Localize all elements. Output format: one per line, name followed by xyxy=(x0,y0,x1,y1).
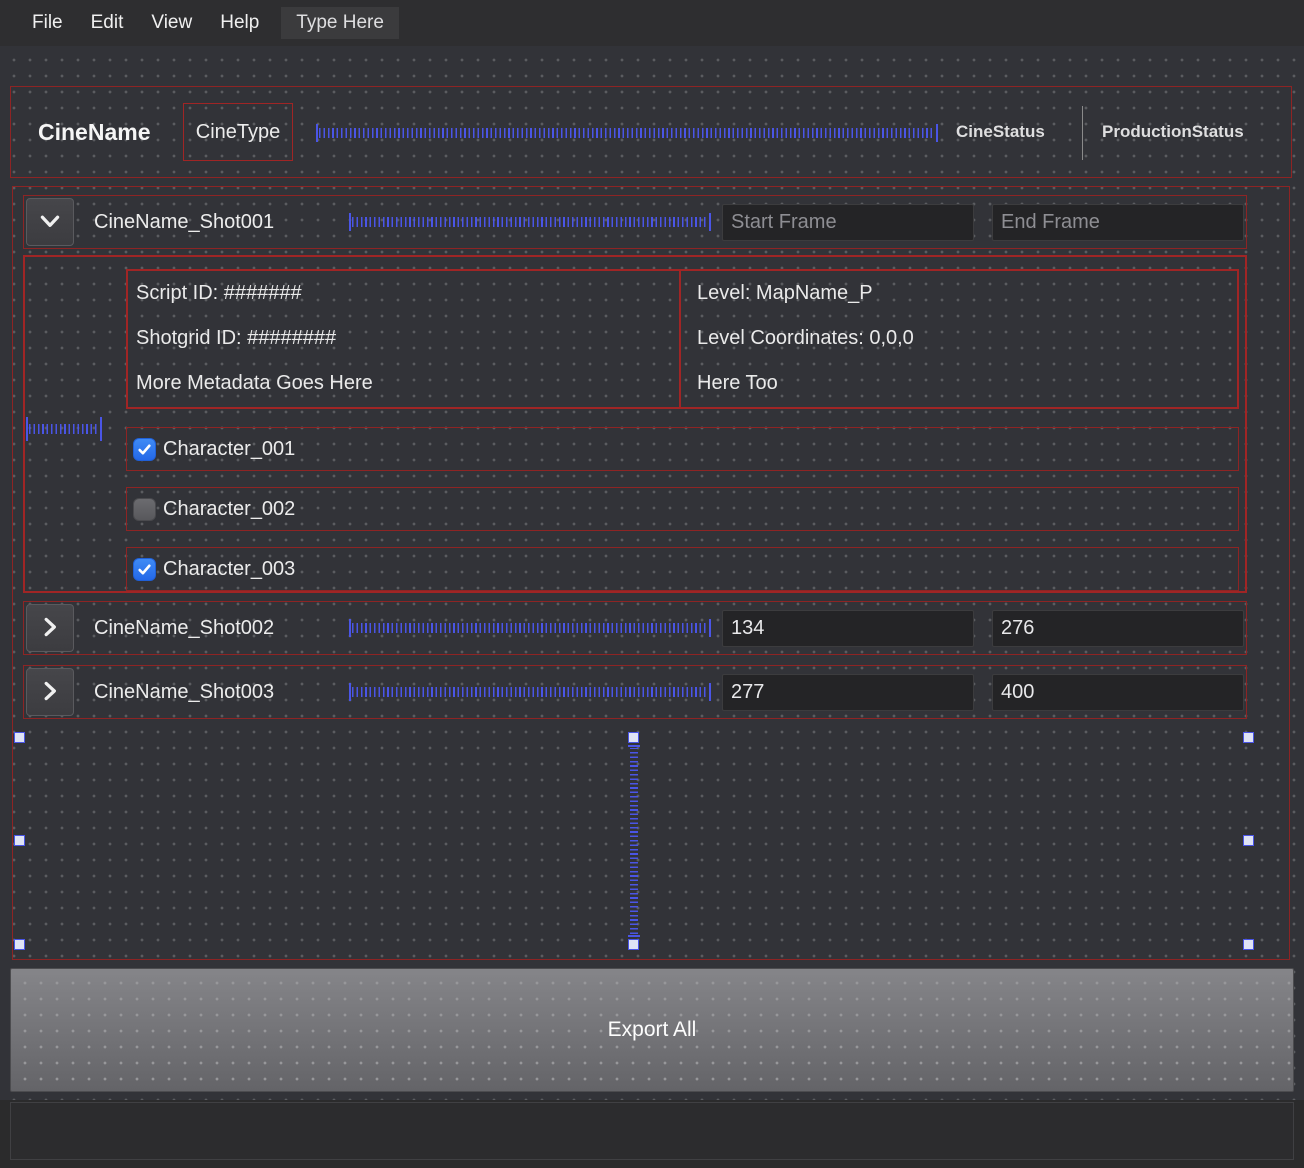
shot-row-001: CineName_Shot001 xyxy=(23,195,1247,249)
metadata-left-column: Script ID: ####### Shotgrid ID: ########… xyxy=(128,271,679,407)
selection-handle-top-center[interactable] xyxy=(628,732,639,743)
metadata-box: Script ID: ####### Shotgrid ID: ########… xyxy=(126,269,1239,409)
level-coordinates-label: Level Coordinates: 0,0,0 xyxy=(697,327,914,349)
shot002-start-frame-input[interactable] xyxy=(722,610,974,647)
cine-status-label: CineStatus xyxy=(956,122,1045,141)
horizontal-spacer xyxy=(316,124,938,142)
menu-bar: File Edit View Help Type Here xyxy=(0,0,1304,46)
selection-handle-bottom-right[interactable] xyxy=(1243,939,1254,950)
shot001-details-panel: Script ID: ####### Shotgrid ID: ########… xyxy=(23,255,1247,593)
chevron-right-icon xyxy=(37,614,63,643)
shot001-end-frame-input[interactable] xyxy=(992,204,1244,241)
here-too-label: Here Too xyxy=(697,372,778,394)
shots-container: CineName_Shot001 Script ID: ####### Shot… xyxy=(12,186,1290,960)
spacer-ticks xyxy=(630,748,638,934)
shot001-name-label: CineName_Shot001 xyxy=(94,210,275,233)
check-icon xyxy=(138,444,151,455)
shot002-name-label: CineName_Shot002 xyxy=(94,616,275,639)
more-metadata-label: More Metadata Goes Here xyxy=(136,372,373,394)
character-003-label: Character_003 xyxy=(163,557,296,580)
spacer-ticks xyxy=(352,687,708,697)
cine-name-label: CineName xyxy=(38,118,151,145)
chevron-right-icon xyxy=(37,678,63,707)
character-002-checkbox[interactable] xyxy=(133,498,156,521)
cine-type-label: CineType xyxy=(195,120,281,143)
production-status-label: ProductionStatus xyxy=(1102,122,1244,141)
selected-widget-area xyxy=(14,732,1254,950)
selection-handle-top-right[interactable] xyxy=(1243,732,1254,743)
script-id-label: Script ID: ####### xyxy=(136,282,302,304)
spacer-ticks xyxy=(29,424,99,434)
character-001-checkbox[interactable] xyxy=(133,438,156,461)
metadata-right-column: Level: MapName_P Level Coordinates: 0,0,… xyxy=(681,271,1237,407)
selection-handle-top-left[interactable] xyxy=(14,732,25,743)
collapse-shot001-button[interactable] xyxy=(26,198,74,246)
character-001-label: Character_001 xyxy=(163,437,296,460)
cine-type-field[interactable]: CineType xyxy=(183,103,293,161)
character-row: Character_003 xyxy=(126,547,1239,591)
selection-handle-bottom-center[interactable] xyxy=(628,939,639,950)
spacer-ticks xyxy=(352,217,708,227)
shotgrid-id-label: Shotgrid ID: ######## xyxy=(136,327,337,349)
character-row: Character_001 xyxy=(126,427,1239,471)
character-row: Character_002 xyxy=(126,487,1239,531)
character-002-label: Character_002 xyxy=(163,497,296,520)
menu-file[interactable]: File xyxy=(32,12,63,34)
menu-edit[interactable]: Edit xyxy=(91,12,124,34)
shot002-end-frame-input[interactable] xyxy=(992,610,1244,647)
horizontal-spacer xyxy=(349,213,711,231)
character-003-checkbox[interactable] xyxy=(133,558,156,581)
horizontal-spacer xyxy=(349,619,711,637)
selection-handle-mid-right[interactable] xyxy=(1243,835,1254,846)
menu-help[interactable]: Help xyxy=(220,12,259,34)
expand-shot003-button[interactable] xyxy=(26,668,74,716)
vertical-spacer[interactable] xyxy=(628,745,640,937)
designer-window: File Edit View Help Type Here CineName C… xyxy=(0,0,1304,1168)
status-bar xyxy=(10,1102,1294,1160)
check-icon xyxy=(138,564,151,575)
spacer-ticks xyxy=(352,623,708,633)
shot003-start-frame-input[interactable] xyxy=(722,674,974,711)
horizontal-spacer xyxy=(349,683,711,701)
selection-handle-bottom-left[interactable] xyxy=(14,939,25,950)
expand-shot002-button[interactable] xyxy=(26,604,74,652)
shot-row-003: CineName_Shot003 xyxy=(23,665,1247,719)
selection-handle-mid-left[interactable] xyxy=(14,835,25,846)
menu-type-here-placeholder[interactable]: Type Here xyxy=(281,7,399,39)
shot-row-002: CineName_Shot002 xyxy=(23,601,1247,655)
spacer-ticks xyxy=(319,128,935,138)
menu-view[interactable]: View xyxy=(151,12,192,34)
level-label: Level: MapName_P xyxy=(697,282,873,304)
shot001-start-frame-input[interactable] xyxy=(722,204,974,241)
chevron-down-icon xyxy=(37,208,63,237)
vertical-separator xyxy=(1082,106,1083,160)
horizontal-spacer-small xyxy=(26,417,102,441)
shot003-name-label: CineName_Shot003 xyxy=(94,680,275,703)
shot003-end-frame-input[interactable] xyxy=(992,674,1244,711)
export-all-button[interactable]: Export All xyxy=(10,968,1294,1092)
cine-header-row: CineName CineType CineStatus ProductionS… xyxy=(10,86,1292,178)
